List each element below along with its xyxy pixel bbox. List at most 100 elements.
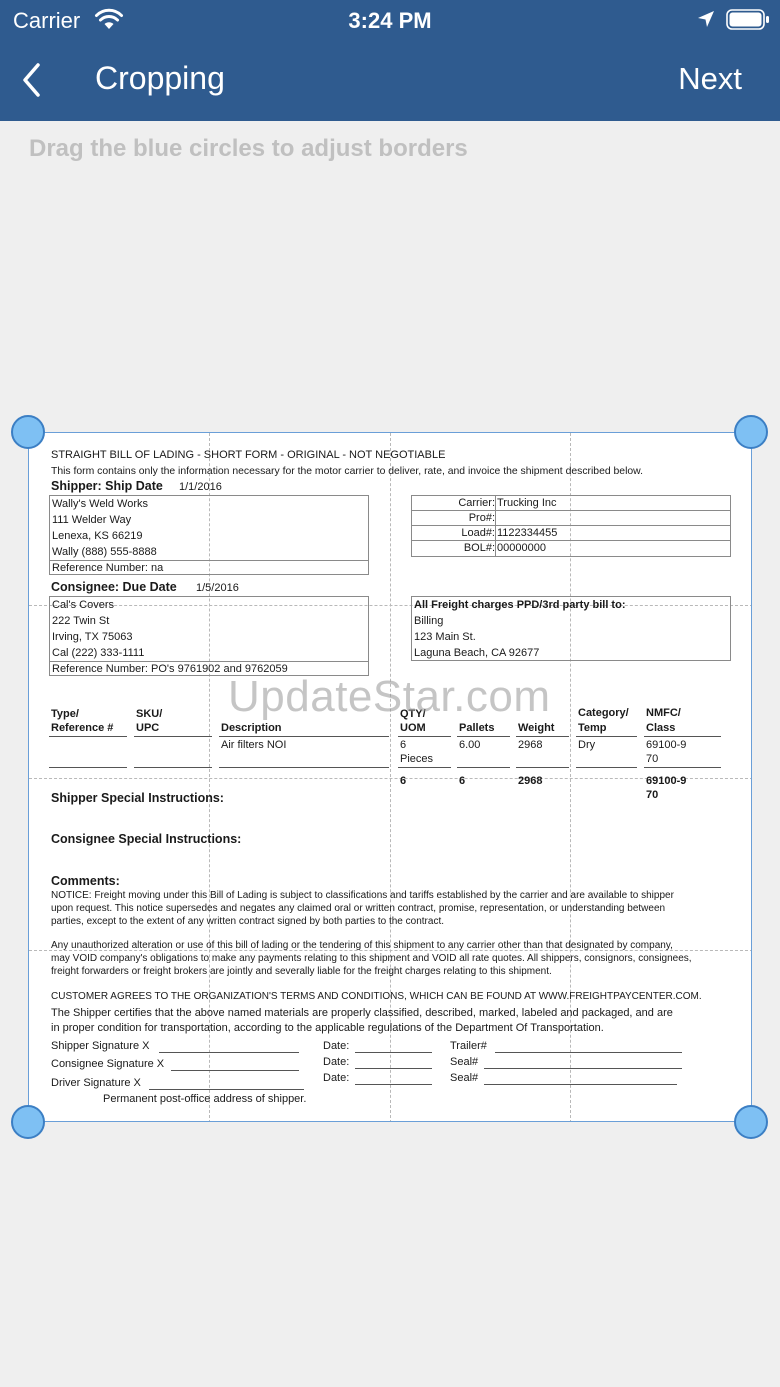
crop-border-bottom — [28, 1121, 752, 1122]
due-date: 1/5/2016 — [196, 582, 239, 594]
total-qty: 6 — [400, 775, 407, 787]
alteration-line: Any unauthorized alteration or use of th… — [51, 940, 673, 951]
divider — [495, 495, 496, 557]
item-pallets: 6.00 — [459, 739, 481, 751]
header-type: Type/ — [51, 708, 79, 720]
freight-charges-title: All Freight charges PPD/3rd party bill t… — [414, 599, 626, 611]
item-category: Dry — [578, 739, 596, 751]
shipper-reference: Reference Number: na — [52, 562, 164, 574]
consignee-label: Consignee: Due Date — [51, 580, 177, 594]
doc-subtitle: This form contains only the information … — [51, 466, 643, 477]
ship-date: 1/1/2016 — [179, 481, 222, 493]
item-description: Air filters NOI — [221, 739, 287, 751]
certify-line: in proper condition for transportation, … — [51, 1022, 604, 1034]
battery-icon — [726, 9, 769, 30]
divider — [411, 510, 731, 511]
comments-label: Comments: — [51, 874, 120, 888]
total-class: 70 — [646, 789, 659, 801]
document-preview: STRAIGHT BILL OF LADING - SHORT FORM - O… — [28, 432, 752, 1122]
alteration-line: may VOID company's obligations to make a… — [51, 953, 692, 964]
signature-line — [484, 1084, 677, 1085]
header-weight: Weight — [518, 722, 555, 734]
notice-line: parties, except to the extent of any wri… — [51, 916, 444, 927]
crop-handle-top-right[interactable] — [734, 415, 768, 449]
column-rule — [516, 736, 569, 737]
fold-line — [29, 778, 751, 779]
column-rule — [398, 736, 451, 737]
header-temp: Temp — [578, 722, 607, 734]
crop-border-left — [28, 432, 29, 1122]
page-title: Cropping — [95, 60, 225, 96]
shipper-label: Shipper: Ship Date — [51, 479, 163, 493]
terms-text: CUSTOMER AGREES TO THE ORGANIZATION'S TE… — [51, 991, 702, 1002]
shipper-line: Lenexa, KS 66219 — [52, 530, 143, 542]
column-rule — [219, 736, 389, 737]
load-value: 1122334455 — [497, 527, 558, 539]
signature-line — [159, 1052, 299, 1053]
date-label: Date: — [323, 1072, 350, 1084]
item-uom: Pieces — [400, 753, 434, 765]
date-label: Date: — [323, 1040, 350, 1052]
column-rule — [516, 767, 569, 768]
navigation-bar: Carrier 3:24 PM Cropping Next — [0, 0, 780, 121]
signature-line — [484, 1068, 682, 1069]
seal-label: Seal# — [450, 1056, 479, 1068]
shipper-instructions: Shipper Special Instructions: — [51, 791, 224, 805]
consignee-line: Cal's Covers — [52, 599, 115, 611]
crop-handle-bottom-left[interactable] — [11, 1105, 45, 1139]
doc-title: STRAIGHT BILL OF LADING - SHORT FORM - O… — [51, 449, 446, 461]
item-class: 70 — [646, 753, 659, 765]
billing-line: 123 Main St. — [414, 631, 476, 643]
item-nmfc: 69100-9 — [646, 739, 687, 751]
watermark: UpdateStar.com — [228, 672, 551, 721]
shipper-line: 111 Welder Way — [52, 514, 132, 526]
column-rule — [644, 767, 721, 768]
divider — [411, 525, 731, 526]
seal-label: Seal# — [450, 1072, 479, 1084]
header-uom: UOM — [400, 722, 426, 734]
consignee-line: 222 Twin St — [52, 615, 110, 627]
billing-line: Billing — [414, 615, 444, 627]
total-pallets: 6 — [459, 775, 466, 787]
chevron-left-icon[interactable] — [20, 62, 44, 98]
total-nmfc: 69100-9 — [646, 775, 687, 787]
item-weight: 2968 — [518, 739, 543, 751]
divider — [49, 661, 369, 662]
column-rule — [576, 736, 637, 737]
trailer-label: Trailer# — [450, 1040, 487, 1052]
shipper-line: Wally (888) 555-8888 — [52, 546, 157, 558]
pro-label: Pro#: — [468, 512, 495, 524]
header-upc: UPC — [136, 722, 160, 734]
notice-line: NOTICE: Freight moving under this Bill o… — [51, 890, 674, 901]
header-reference: Reference # — [51, 722, 114, 734]
crop-handle-bottom-right[interactable] — [734, 1105, 768, 1139]
status-bar: Carrier 3:24 PM — [0, 0, 780, 40]
signature-line — [355, 1052, 432, 1053]
total-weight: 2968 — [518, 775, 543, 787]
header-description: Description — [221, 722, 282, 734]
column-rule — [644, 736, 721, 737]
consignee-line: Irving, TX 75063 — [52, 631, 133, 643]
column-rule — [49, 736, 127, 737]
next-button[interactable]: Next — [678, 61, 742, 97]
consignee-instructions: Consignee Special Instructions: — [51, 832, 242, 846]
date-label: Date: — [323, 1056, 350, 1068]
column-rule — [134, 736, 212, 737]
header-sku: SKU/ — [136, 708, 163, 720]
crop-border-right — [751, 432, 752, 1122]
signature-line — [355, 1084, 432, 1085]
crop-border-top — [28, 432, 752, 433]
location-arrow-icon — [698, 11, 714, 27]
item-qty: 6 — [400, 739, 407, 751]
signature-line — [149, 1089, 304, 1090]
consignee-line: Cal (222) 333-1111 — [52, 647, 145, 659]
signature-line — [495, 1052, 682, 1053]
driver-signature-label: Driver Signature X — [51, 1077, 141, 1089]
bol-value: 00000000 — [497, 542, 546, 554]
header-class: Class — [646, 722, 676, 734]
column-rule — [134, 767, 212, 768]
signature-line — [355, 1068, 432, 1069]
crop-hint: Drag the blue circles to adjust borders — [29, 135, 468, 162]
crop-handle-top-left[interactable] — [11, 415, 45, 449]
bol-label: BOL#: — [463, 542, 495, 554]
